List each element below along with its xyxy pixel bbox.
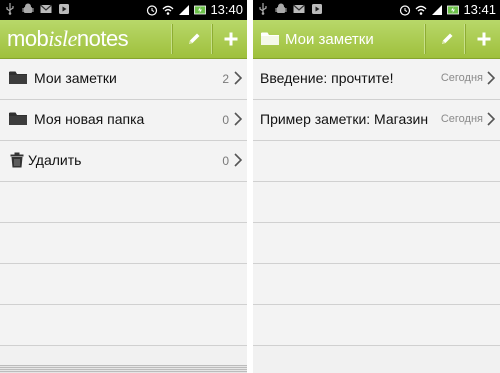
- status-time: 13:41: [463, 2, 496, 17]
- logo-text-3: notes: [76, 26, 129, 51]
- chevron-right-icon: [234, 112, 242, 126]
- app-logo: mobislenotes: [7, 25, 129, 53]
- chevron-right-icon: [234, 153, 242, 167]
- folder-list: Мои заметки 2 Моя новая папка 0 Удалить …: [0, 59, 247, 346]
- trash-icon: [10, 152, 24, 168]
- folder-label: Моя новая папка: [34, 111, 145, 127]
- bottom-edge: [0, 365, 247, 373]
- logo-text-2: isle: [48, 26, 77, 51]
- folder-row[interactable]: Моя новая папка 0: [0, 100, 247, 141]
- toolbar-divider: [424, 24, 426, 54]
- folder-icon: [261, 32, 279, 45]
- empty-row: [253, 305, 500, 346]
- toolbar-divider: [171, 24, 173, 54]
- signal-icon: [432, 5, 443, 15]
- gmail-icon: [40, 4, 52, 13]
- usb-icon: [6, 3, 14, 15]
- note-date: Сегодня: [437, 113, 483, 125]
- wifi-icon: [415, 5, 427, 15]
- note-title: Пример заметки: Магазин: [260, 111, 429, 127]
- pencil-icon: [442, 33, 453, 44]
- notes-screen: 13:41 Мои заметки Введение: прочтите! Се…: [253, 0, 500, 373]
- empty-row: [253, 182, 500, 223]
- folder-count: 2: [222, 72, 229, 86]
- folder-label: Удалить: [28, 152, 82, 168]
- wifi-icon: [162, 5, 174, 15]
- alarm-icon: [400, 5, 411, 16]
- alarm-icon: [147, 5, 158, 16]
- folders-screen: 13:40 mobislenotes Мои заметки 2 Моя нов…: [0, 0, 247, 373]
- chevron-right-icon: [487, 112, 495, 126]
- empty-row: [253, 141, 500, 182]
- empty-row: [0, 182, 247, 223]
- status-time: 13:40: [210, 2, 243, 17]
- app-bar: mobislenotes: [0, 20, 247, 59]
- plus-icon: [477, 32, 491, 46]
- folder-count: 0: [222, 113, 229, 127]
- gmail-icon: [293, 4, 305, 13]
- play-store-icon: [312, 4, 322, 14]
- folder-icon: [9, 112, 27, 125]
- add-button[interactable]: [466, 20, 500, 58]
- screen-title: Мои заметки: [285, 31, 374, 48]
- trash-row[interactable]: Удалить 0: [0, 141, 247, 182]
- folder-count: 0: [222, 154, 229, 168]
- folder-label: Мои заметки: [34, 70, 117, 86]
- note-list: Введение: прочтите! Сегодня Пример замет…: [253, 59, 500, 346]
- pencil-icon: [189, 33, 200, 44]
- note-title: Введение: прочтите!: [260, 70, 394, 86]
- note-row[interactable]: Пример заметки: Магазин Сегодня: [253, 100, 500, 141]
- folder-row[interactable]: Мои заметки 2: [0, 59, 247, 100]
- battery-icon: [447, 5, 460, 15]
- play-store-icon: [59, 4, 69, 14]
- app-bar: Мои заметки: [253, 20, 500, 59]
- empty-row: [253, 223, 500, 264]
- note-row[interactable]: Введение: прочтите! Сегодня: [253, 59, 500, 100]
- status-bar: 13:40: [0, 0, 247, 20]
- status-bar: 13:41: [253, 0, 500, 20]
- battery-icon: [194, 5, 207, 15]
- empty-row: [0, 264, 247, 305]
- edit-button[interactable]: [429, 20, 465, 58]
- add-button[interactable]: [213, 20, 247, 58]
- note-date: Сегодня: [437, 72, 483, 84]
- signal-icon: [179, 5, 190, 15]
- usb-icon: [259, 3, 267, 15]
- logo-text-1: mob: [7, 26, 49, 51]
- chevron-right-icon: [234, 71, 242, 85]
- plus-icon: [224, 32, 238, 46]
- empty-row: [0, 223, 247, 264]
- empty-row: [0, 305, 247, 346]
- empty-row: [253, 264, 500, 305]
- edit-button[interactable]: [176, 20, 212, 58]
- android-debug-icon: [275, 3, 287, 13]
- android-debug-icon: [22, 3, 34, 13]
- folder-icon: [9, 71, 27, 84]
- chevron-right-icon: [487, 71, 495, 85]
